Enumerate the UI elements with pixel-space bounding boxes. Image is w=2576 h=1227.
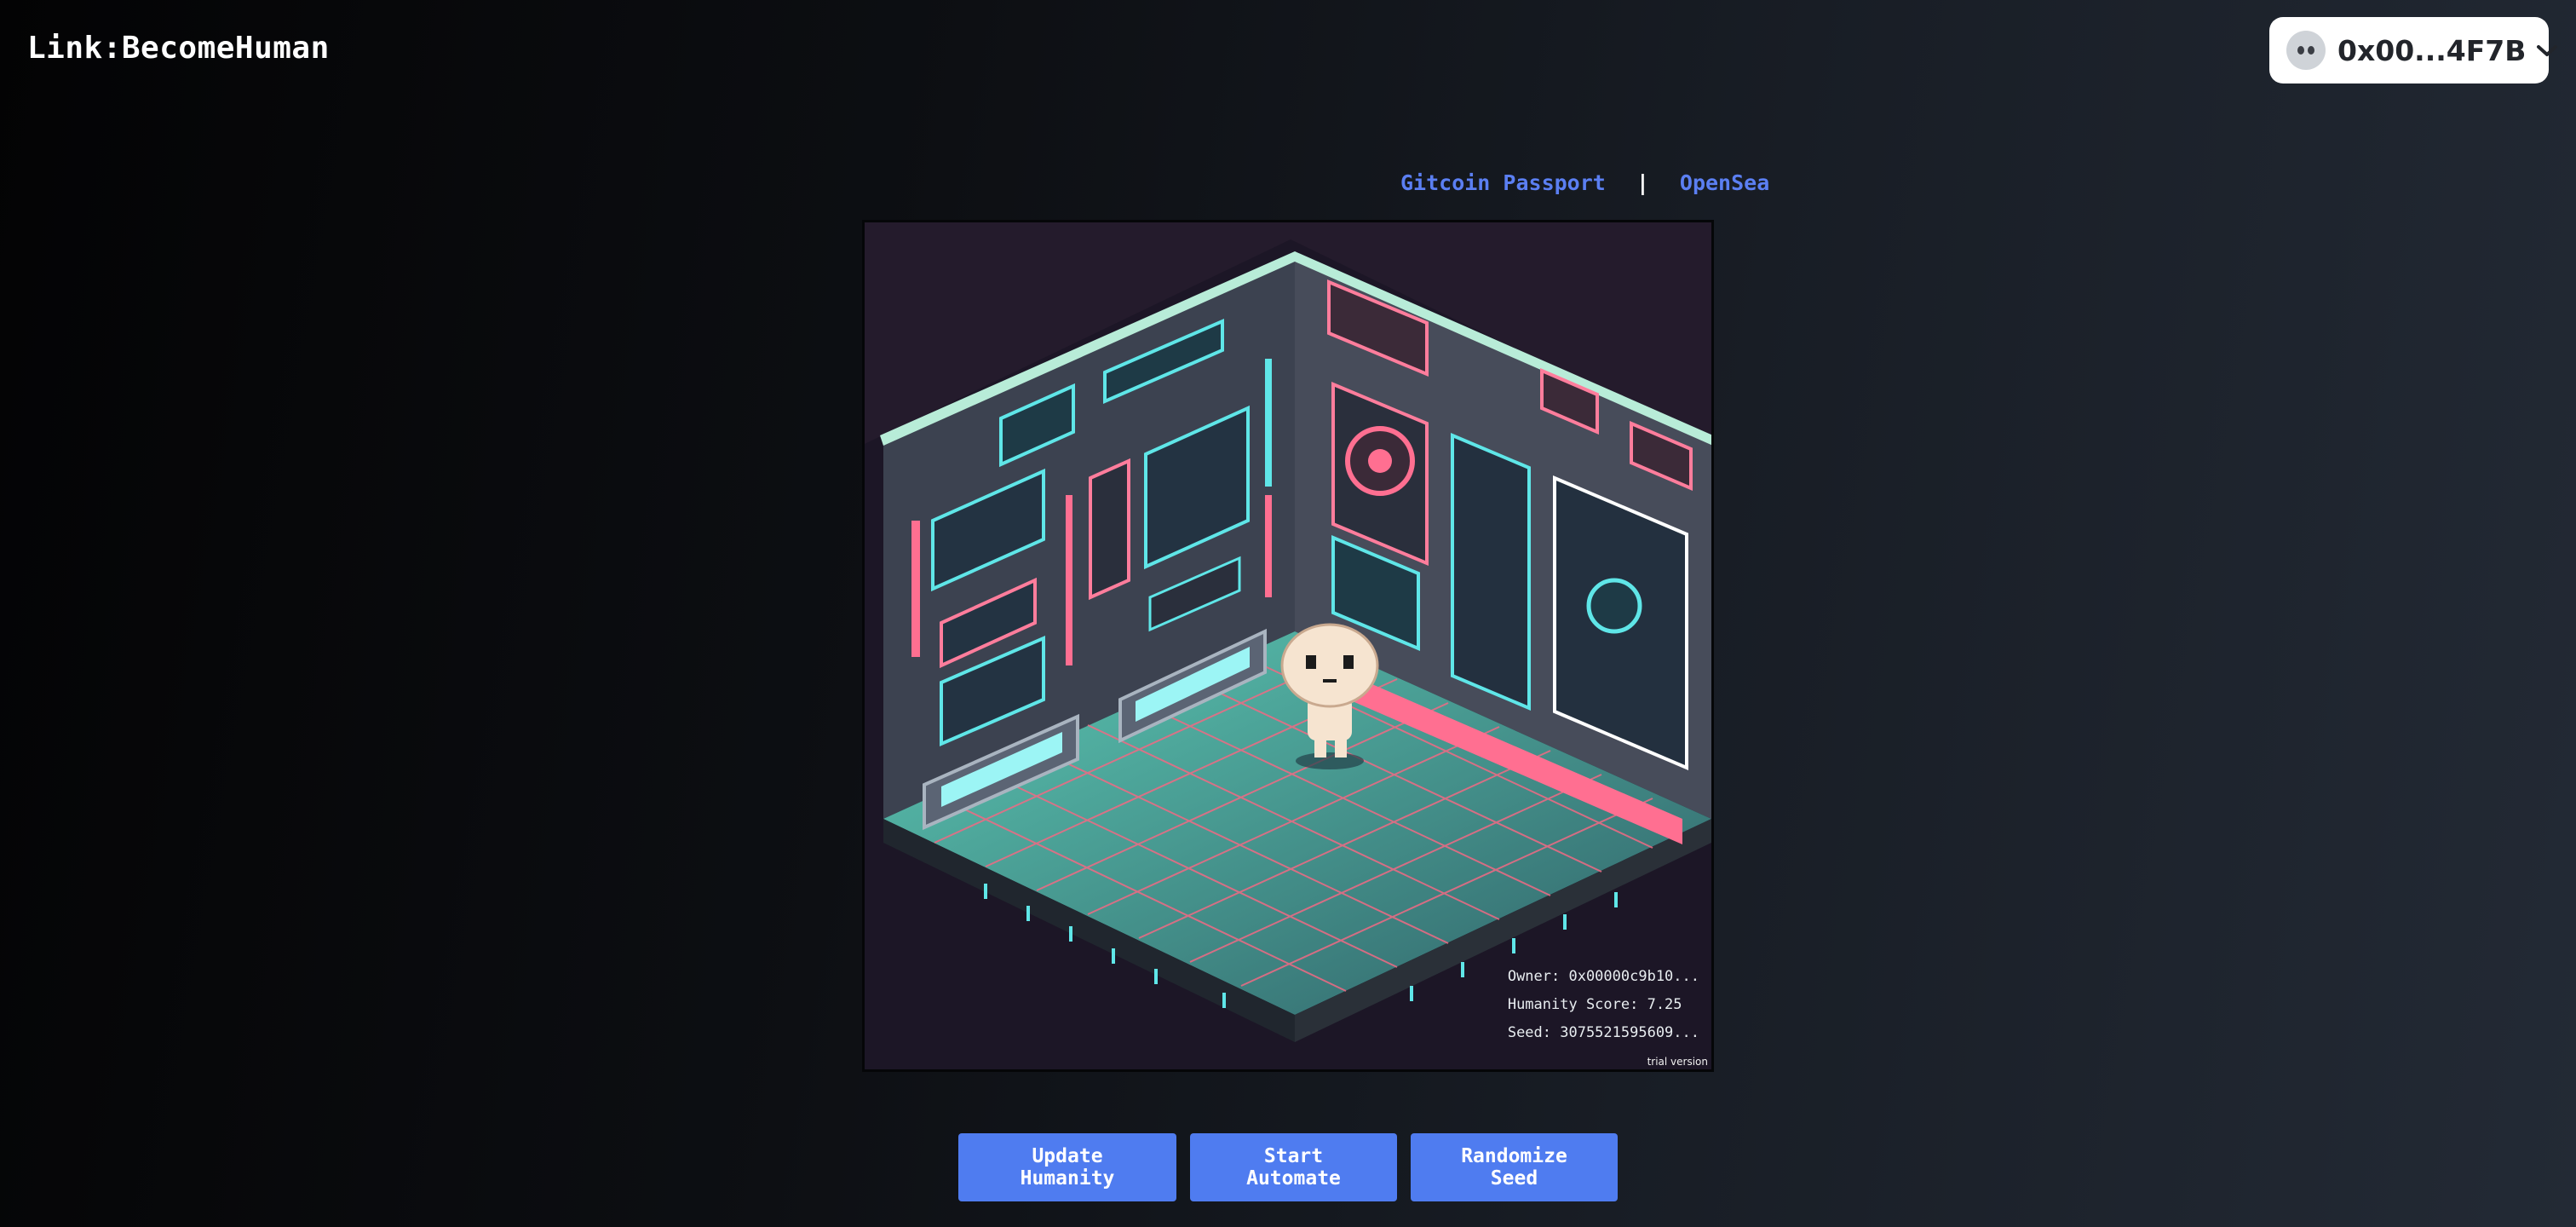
chevron-down-icon: [2536, 42, 2558, 59]
owner-text: Owner: 0x00000c9b10...: [1507, 968, 1699, 985]
app-title: Link:BecomeHuman: [27, 31, 330, 66]
action-bar: Update Humanity Start Automate Randomize…: [958, 1133, 1618, 1201]
update-humanity-button[interactable]: Update Humanity: [958, 1133, 1176, 1201]
alien-icon: [2286, 31, 2326, 70]
link-separator: |: [1636, 170, 1649, 195]
seed-text: Seed: 3075521595609...: [1507, 1024, 1699, 1041]
opensea-link[interactable]: OpenSea: [1680, 170, 1769, 195]
randomize-seed-button[interactable]: Randomize Seed: [1411, 1133, 1618, 1201]
start-automate-button[interactable]: Start Automate: [1190, 1133, 1397, 1201]
wallet-address: 0x00...4F7B: [2337, 33, 2527, 67]
artwork-info-overlay: Owner: 0x00000c9b10... Humanity Score: 7…: [1508, 963, 1699, 1047]
trial-watermark: trial version: [1647, 1056, 1708, 1068]
pixel-art-canvas: Owner: 0x00000c9b10... Humanity Score: 7…: [862, 220, 1714, 1072]
humanity-score-text: Humanity Score: 7.25: [1507, 996, 1682, 1013]
wallet-button[interactable]: 0x00...4F7B: [2269, 17, 2558, 84]
external-links: Gitcoin Passport | OpenSea: [1400, 170, 1769, 195]
gitcoin-passport-link[interactable]: Gitcoin Passport: [1400, 170, 1606, 195]
pixel-room-illustration: [865, 222, 1711, 1069]
